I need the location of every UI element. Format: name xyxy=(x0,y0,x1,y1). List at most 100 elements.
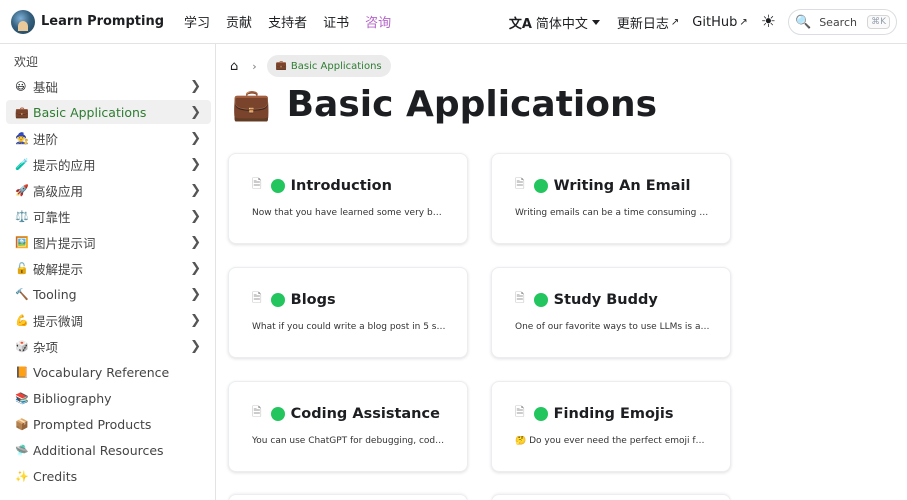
card-partial[interactable] xyxy=(491,494,731,500)
sidebar-item-label: Credits xyxy=(33,468,78,484)
card-header: 🗎 Study Buddy xyxy=(515,289,658,310)
sidebar-item-basics[interactable]: 😃 基础 ❯ xyxy=(6,74,211,98)
github-label: GitHub xyxy=(692,14,738,30)
card-partial[interactable] xyxy=(228,494,468,500)
nav-link-certificate[interactable]: 证书 xyxy=(323,12,349,31)
card-study-buddy[interactable]: 🗎 Study Buddy One of our favorite ways to … xyxy=(491,267,731,358)
sidebar-header[interactable]: 欢迎 xyxy=(14,53,38,70)
card-finding-emojis[interactable]: 🗎 Finding Emojis 🤔 Do you ever need the pe… xyxy=(491,381,731,472)
chevron-right-icon: › xyxy=(252,59,257,73)
breadcrumb-current[interactable]: 💼 Basic Applications xyxy=(266,55,391,77)
sidebar-item-advanced-applications[interactable]: 🚀 高级应用 ❯ xyxy=(6,178,211,202)
sidebar-item-emoji: 💪 xyxy=(15,313,29,327)
card-description: Writing emails can be a time consuming t… xyxy=(515,208,710,218)
chevron-right-icon[interactable]: ❯ xyxy=(190,235,201,250)
sidebar-item-label: Tooling xyxy=(33,286,77,302)
sidebar: 欢迎 😃 基础 ❯ 💼 Basic Applications ❯ 🧙 进阶 ❯ 🧪 提示的应用 ❯ 🚀 高… xyxy=(0,44,216,500)
sidebar-item-label: 图片提示词 xyxy=(33,235,96,251)
card-description: 🤔 Do you ever need the perfect emoji for… xyxy=(515,436,710,446)
sidebar-item-prompt-hacking[interactable]: 🔓 破解提示 ❯ xyxy=(6,256,211,280)
document-icon: 🗎 xyxy=(515,405,525,419)
sidebar-item-image-prompting[interactable]: 🖼️ 图片提示词 ❯ xyxy=(6,230,211,254)
sidebar-item-basic-applications[interactable]: 💼 Basic Applications ❯ xyxy=(6,100,211,124)
chevron-right-icon[interactable]: ❯ xyxy=(190,183,201,198)
status-dot xyxy=(270,292,285,307)
changelog-link[interactable]: 更新日志 ↗ xyxy=(617,13,679,32)
sidebar-item-label: 杂项 xyxy=(33,339,59,355)
chevron-right-icon[interactable]: ❯ xyxy=(190,157,201,172)
sidebar-item-prompted-products[interactable]: 📦 Prompted Products xyxy=(6,412,211,436)
search-button[interactable]: 🔍 Search ⌘K xyxy=(788,9,897,35)
card-title: Blogs xyxy=(290,291,336,308)
card-header: 🗎 Blogs xyxy=(252,289,336,310)
home-icon[interactable]: ⌂ xyxy=(230,59,238,74)
github-link[interactable]: GitHub ↗ xyxy=(692,15,747,30)
sidebar-item-label: Basic Applications xyxy=(33,104,147,120)
sidebar-item-label: 基础 xyxy=(33,79,59,95)
sidebar-item-label: 可靠性 xyxy=(33,209,71,225)
card-coding-assistance[interactable]: 🗎 Coding Assistance You can use ChatGPT fo… xyxy=(228,381,468,472)
logo-avatar xyxy=(11,9,35,34)
chevron-right-icon[interactable]: ❯ xyxy=(190,209,201,224)
sidebar-item-applied-prompting[interactable]: 🧪 提示的应用 ❯ xyxy=(6,152,211,176)
sidebar-item-intermediate[interactable]: 🧙 进阶 ❯ xyxy=(6,126,211,150)
language-dropdown[interactable]: 文A 简体中文 xyxy=(509,13,600,32)
sidebar-item-emoji: 🧙 xyxy=(15,131,29,145)
sidebar-item-miscellaneous[interactable]: 🎲 杂项 ❯ xyxy=(6,334,211,358)
page-title-text: Basic Applications xyxy=(286,84,658,125)
sun-icon[interactable]: ☀ xyxy=(761,12,776,32)
card-title: Introduction xyxy=(290,177,392,194)
chevron-right-icon[interactable]: ❯ xyxy=(190,287,201,302)
document-icon: 🗎 xyxy=(515,177,525,191)
card-title: Finding Emojis xyxy=(553,405,674,422)
sidebar-item-emoji: 📦 xyxy=(15,417,29,431)
sidebar-item-reliability[interactable]: ⚖️ 可靠性 ❯ xyxy=(6,204,211,228)
nav-link-contribute[interactable]: 贡献 xyxy=(226,12,252,31)
sidebar-item-emoji: 🎲 xyxy=(15,339,29,353)
sidebar-item-label: Vocabulary Reference xyxy=(33,364,170,380)
chevron-right-icon[interactable]: ❯ xyxy=(190,261,201,276)
external-link-icon: ↗ xyxy=(670,16,680,28)
status-dot xyxy=(533,178,548,193)
top-navbar: Learn Prompting 学习 贡献 支持者 证书 咨询 文A 简体中文 … xyxy=(0,0,907,44)
status-dot xyxy=(270,406,285,421)
sidebar-item-emoji: ⚖️ xyxy=(15,209,29,223)
sidebar-item-bibliography[interactable]: 📚 Bibliography xyxy=(6,386,211,410)
sidebar-item-label: 提示的应用 xyxy=(33,157,96,173)
sidebar-item-label: 进阶 xyxy=(33,131,59,147)
card-header: 🗎 Coding Assistance xyxy=(252,403,440,424)
card-writing-an-email[interactable]: 🗎 Writing An Email Writing emails can be a… xyxy=(491,153,731,244)
sidebar-item-vocabulary-reference[interactable]: 📙 Vocabulary Reference xyxy=(6,360,211,384)
page-title: 💼 Basic Applications xyxy=(232,84,657,125)
nav-link-supporters[interactable]: 支持者 xyxy=(268,12,307,31)
brand-link[interactable]: Learn Prompting xyxy=(11,9,164,34)
card-description: One of our favorite ways to use LLMs is … xyxy=(515,322,710,332)
sidebar-item-label: 破解提示 xyxy=(33,261,84,277)
document-icon: 🗎 xyxy=(252,405,262,419)
nav-link-learn[interactable]: 学习 xyxy=(184,12,210,31)
chevron-right-icon[interactable]: ❯ xyxy=(190,105,201,120)
chevron-right-icon[interactable]: ❯ xyxy=(190,79,201,94)
status-dot xyxy=(533,292,548,307)
chevron-right-icon[interactable]: ❯ xyxy=(190,131,201,146)
card-introduction[interactable]: 🗎 Introduction Now that you have learned s… xyxy=(228,153,468,244)
sidebar-item-tooling[interactable]: 🔨 Tooling ❯ xyxy=(6,282,211,306)
sidebar-item-label: 提示微调 xyxy=(33,313,84,329)
translate-icon: 文A xyxy=(508,16,532,32)
chevron-right-icon[interactable]: ❯ xyxy=(190,339,201,354)
caret-down-icon xyxy=(591,19,600,25)
language-label: 简体中文 xyxy=(535,16,588,32)
card-blogs[interactable]: 🗎 Blogs What if you could write a blog pos… xyxy=(228,267,468,358)
briefcase-icon: 💼 xyxy=(232,87,271,123)
sidebar-item-label: Bibliography xyxy=(33,390,112,406)
chevron-right-icon[interactable]: ❯ xyxy=(190,313,201,328)
sidebar-item-prompt-tuning[interactable]: 💪 提示微调 ❯ xyxy=(6,308,211,332)
sidebar-item-additional-resources[interactable]: 🛸 Additional Resources xyxy=(6,438,211,462)
sidebar-item-credits[interactable]: ✨ Credits xyxy=(6,464,211,488)
nav-link-consulting[interactable]: 咨询 xyxy=(365,12,391,31)
sidebar-item-emoji: 💼 xyxy=(15,105,29,119)
sidebar-item-emoji: 🧪 xyxy=(15,157,29,171)
sidebar-item-label: Additional Resources xyxy=(33,442,164,458)
search-shortcut: ⌘K xyxy=(867,15,890,29)
card-header: 🗎 Writing An Email xyxy=(515,175,691,196)
